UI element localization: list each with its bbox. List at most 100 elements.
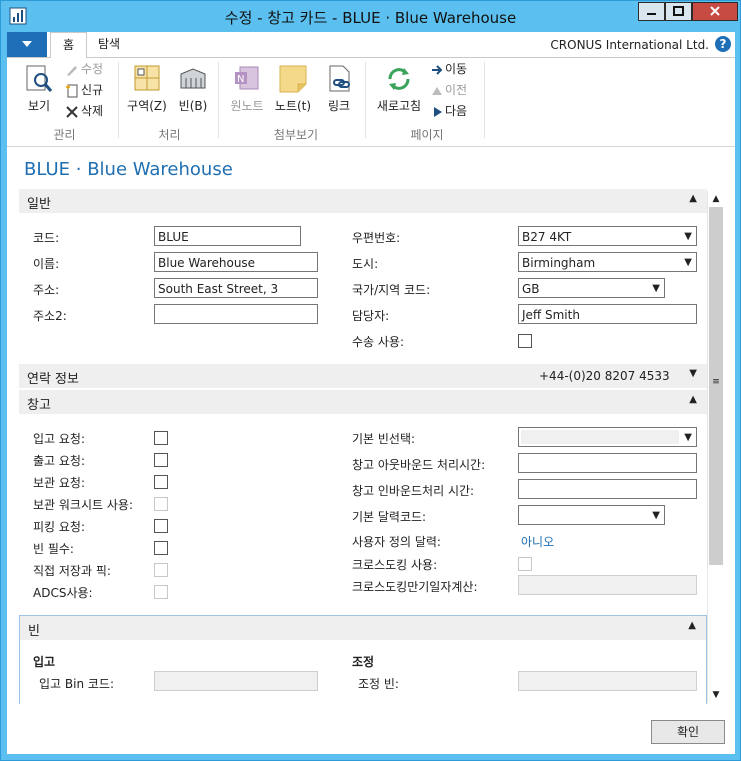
- tab-navigate[interactable]: 탐색: [91, 32, 127, 57]
- require-pick-checkbox[interactable]: [154, 519, 168, 533]
- application-menu-button[interactable]: [7, 32, 47, 57]
- scroll-up-arrow-icon[interactable]: ▲: [708, 191, 724, 207]
- section-general-title: 일반: [27, 197, 51, 212]
- chevron-up-icon: ▲: [689, 193, 697, 204]
- default-bin-selection-value: [521, 430, 679, 444]
- require-putaway-checkbox[interactable]: [154, 475, 168, 489]
- cross-dock-due-date-label: 크로스도킹만기일자계산:: [352, 580, 478, 594]
- links-button[interactable]: 링크: [321, 64, 357, 114]
- contact-label: 담당자:: [352, 309, 390, 323]
- zones-button[interactable]: 구역(Z): [125, 64, 169, 114]
- bins-button[interactable]: 빈(B): [175, 64, 211, 114]
- address2-field[interactable]: [154, 304, 318, 324]
- next-label: 다음: [445, 104, 468, 118]
- edit-button[interactable]: 수정: [65, 60, 103, 78]
- previous-button[interactable]: 이전: [431, 81, 467, 99]
- delete-button[interactable]: 삭제: [65, 102, 103, 120]
- vertical-scrollbar[interactable]: ▲ ≡ ▼: [707, 191, 724, 703]
- section-warehouse-header[interactable]: 창고 ▲: [19, 390, 707, 414]
- adjustment-subheading: 조정: [352, 655, 375, 669]
- group-separator: [484, 62, 485, 138]
- tab-home[interactable]: 홈: [50, 32, 87, 59]
- base-calendar-label: 기본 달력코드:: [352, 510, 427, 524]
- use-shipping-checkbox[interactable]: [518, 334, 532, 348]
- postcode-label: 우편번호:: [352, 231, 401, 245]
- bin-mandatory-checkbox[interactable]: [154, 541, 168, 555]
- use-cross-docking-label: 크로스도킹 사용:: [352, 558, 438, 572]
- view-magnifier-icon: [26, 65, 53, 92]
- maximize-icon: [673, 6, 684, 16]
- chevron-down-icon: ▼: [652, 283, 660, 294]
- help-icon[interactable]: ?: [715, 36, 731, 52]
- use-putaway-worksheet-checkbox[interactable]: [154, 497, 168, 511]
- adcs-checkbox[interactable]: [154, 585, 168, 599]
- group-label-process: 처리: [158, 128, 181, 142]
- section-bins-header[interactable]: 빈 ▲: [20, 616, 706, 640]
- city-dropdown[interactable]: Birmingham ▼: [518, 252, 697, 272]
- previous-label: 이전: [445, 83, 468, 97]
- section-contact-header[interactable]: 연락 정보 +44-(0)20 8207 4533 ▼: [19, 364, 707, 388]
- goto-button[interactable]: 이동: [431, 60, 467, 78]
- group-separator: [218, 62, 219, 138]
- section-bins-panel: 빈 ▲ 입고 입고 Bin 코드: 조정 조정 빈:: [19, 615, 707, 704]
- outbound-handling-time-field[interactable]: [518, 453, 697, 473]
- page-title: BLUE · Blue Warehouse: [24, 159, 233, 180]
- use-cross-docking-checkbox[interactable]: [518, 557, 532, 571]
- chevron-down-icon: ▼: [684, 257, 692, 268]
- postcode-dropdown[interactable]: B27 4KT ▼: [518, 226, 697, 246]
- new-document-icon: [66, 84, 78, 97]
- country-dropdown[interactable]: GB ▼: [518, 278, 665, 298]
- group-separator: [118, 62, 119, 138]
- scroll-down-arrow-icon[interactable]: ▼: [708, 687, 724, 703]
- city-label: 도시:: [352, 257, 379, 271]
- application-window: 수정 - 창고 카드 - BLUE · Blue Warehouse 홈 탐색 …: [0, 0, 741, 761]
- chevron-down-icon: ▼: [684, 432, 692, 443]
- notes-button[interactable]: 노트(t): [273, 64, 313, 114]
- ribbon: 보기 수정 신규 삭제 관리 구역(Z) 빈(B) 처리 N 원노트 노트(t)…: [7, 58, 735, 147]
- require-shipment-label: 출고 요청:: [33, 454, 86, 468]
- customized-calendar-link[interactable]: 아니오: [521, 533, 554, 550]
- minimize-button[interactable]: [638, 2, 665, 21]
- view-button[interactable]: 보기: [21, 64, 57, 114]
- require-receive-checkbox[interactable]: [154, 431, 168, 445]
- require-pick-label: 피킹 요청:: [33, 520, 86, 534]
- default-bin-selection-dropdown[interactable]: ▼: [518, 427, 697, 447]
- cross-dock-due-date-field[interactable]: [518, 575, 697, 595]
- contact-field[interactable]: Jeff Smith: [518, 304, 697, 324]
- adcs-label: ADCS사용:: [33, 586, 93, 600]
- directed-putaway-checkbox[interactable]: [154, 563, 168, 577]
- chevron-up-icon: ▲: [689, 394, 697, 405]
- delete-x-icon: [66, 105, 78, 118]
- receipt-bin-code-field[interactable]: [154, 671, 318, 691]
- close-icon: [710, 6, 720, 16]
- link-icon: [329, 65, 350, 92]
- address2-label: 주소2:: [33, 309, 67, 323]
- maximize-button[interactable]: [665, 2, 692, 21]
- code-field[interactable]: BLUE: [154, 226, 301, 246]
- outbound-handling-time-label: 창고 아웃바운드 처리시간:: [352, 458, 486, 472]
- name-field[interactable]: Blue Warehouse: [154, 252, 318, 272]
- bin-mandatory-label: 빈 필수:: [33, 542, 74, 556]
- ok-button[interactable]: 확인: [651, 720, 725, 744]
- refresh-button[interactable]: 새로고침: [373, 64, 425, 114]
- chevron-down-icon: [22, 41, 32, 47]
- pencil-icon: [67, 65, 77, 76]
- section-general-header[interactable]: 일반 ▲: [19, 189, 707, 213]
- onenote-button[interactable]: N 원노트: [227, 64, 267, 114]
- inbound-handling-time-field[interactable]: [518, 479, 697, 499]
- next-button[interactable]: 다음: [431, 102, 467, 120]
- base-calendar-dropdown[interactable]: ▼: [518, 505, 665, 525]
- goto-label: 이동: [445, 62, 468, 76]
- require-shipment-checkbox[interactable]: [154, 453, 168, 467]
- chevron-down-icon: ▼: [684, 231, 692, 242]
- onenote-icon: N: [235, 66, 259, 90]
- close-button[interactable]: [692, 2, 738, 21]
- window-title: 수정 - 창고 카드 - BLUE · Blue Warehouse: [224, 9, 517, 27]
- scrollbar-thumb[interactable]: ≡: [709, 207, 723, 565]
- address-field[interactable]: South East Street, 3: [154, 278, 318, 298]
- country-value: GB: [522, 282, 540, 296]
- adjustment-bin-field[interactable]: [518, 671, 697, 691]
- company-name[interactable]: CRONUS International Ltd.: [550, 38, 709, 52]
- new-button[interactable]: 신규: [65, 81, 103, 99]
- default-bin-selection-label: 기본 빈선택:: [352, 432, 416, 446]
